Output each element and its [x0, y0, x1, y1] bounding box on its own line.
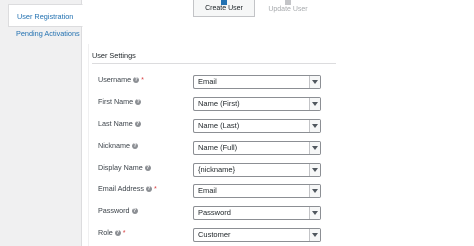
help-icon[interactable]: ? [114, 230, 121, 237]
username-label: Username? * [98, 75, 144, 84]
field-label: Role [98, 228, 113, 237]
display-name-select[interactable]: {nickname} [193, 163, 321, 177]
email-address-label: Email Address? * [98, 184, 157, 193]
create-user-label: Create User [205, 5, 243, 12]
field-label: Email Address [98, 184, 144, 193]
chevron-down-icon [309, 164, 320, 176]
select-value: Name (Full) [198, 143, 238, 152]
select-value: Email [198, 186, 217, 195]
select-value: {nickname} [198, 165, 236, 174]
panel-title: User Settings [92, 51, 136, 60]
divider [92, 63, 336, 64]
select-value: Name (Last) [198, 121, 240, 130]
chevron-down-icon [309, 229, 320, 241]
select-value: Email [198, 77, 217, 86]
last-name-select[interactable]: Name (Last) [193, 119, 321, 133]
role-label: Role? * [98, 228, 126, 237]
chevron-down-icon [309, 185, 320, 197]
field-label: First Name [98, 97, 134, 106]
sidebar-item-label: Pending Activations [16, 29, 80, 38]
field-label: Nickname [98, 141, 130, 150]
password-select[interactable]: Password [193, 206, 321, 220]
chevron-down-icon [309, 207, 320, 219]
email-address-select[interactable]: Email [193, 184, 321, 198]
update-user-label: Update User [268, 6, 308, 13]
first-name-label: First Name? [98, 97, 142, 106]
select-value: Customer [198, 230, 231, 239]
required-marker: * [141, 75, 144, 84]
field-label: Username [98, 75, 132, 84]
help-icon[interactable]: ? [135, 99, 142, 106]
sidebar-item-pending-activations[interactable]: Pending Activations [8, 22, 82, 45]
chevron-down-icon [309, 142, 320, 154]
help-icon[interactable]: ? [131, 143, 138, 150]
chevron-down-icon [309, 98, 320, 110]
user-edit-icon [285, 0, 291, 5]
nickname-label: Nickname? [98, 141, 138, 150]
select-value: Name (First) [198, 99, 240, 108]
username-select[interactable]: Email [193, 75, 321, 89]
required-marker: * [122, 228, 126, 237]
help-icon[interactable]: ? [145, 186, 152, 193]
nickname-select[interactable]: Name (Full) [193, 141, 321, 155]
field-label: Password [98, 206, 130, 215]
first-name-select[interactable]: Name (First) [193, 97, 321, 111]
sidebar: User Registration Pending Activations [0, 0, 83, 246]
help-icon[interactable]: ? [144, 165, 151, 172]
required-marker: * [153, 184, 157, 193]
select-value: Password [198, 208, 231, 217]
help-icon[interactable]: ? [134, 121, 141, 128]
chevron-down-icon [309, 76, 320, 88]
field-label: Last Name [98, 119, 133, 128]
update-user-button[interactable]: Update User [257, 0, 319, 17]
last-name-label: Last Name? [98, 119, 141, 128]
password-label: Password? [98, 206, 138, 215]
field-label: Display Name [98, 163, 143, 172]
help-icon[interactable]: ? [131, 208, 138, 215]
display-name-label: Display Name? [98, 163, 151, 172]
create-user-button[interactable]: Create User [193, 0, 255, 17]
chevron-down-icon [309, 120, 320, 132]
role-select[interactable]: Customer [193, 228, 321, 242]
help-icon[interactable]: ? [133, 77, 140, 84]
sidebar-item-label: User Registration [17, 12, 74, 21]
